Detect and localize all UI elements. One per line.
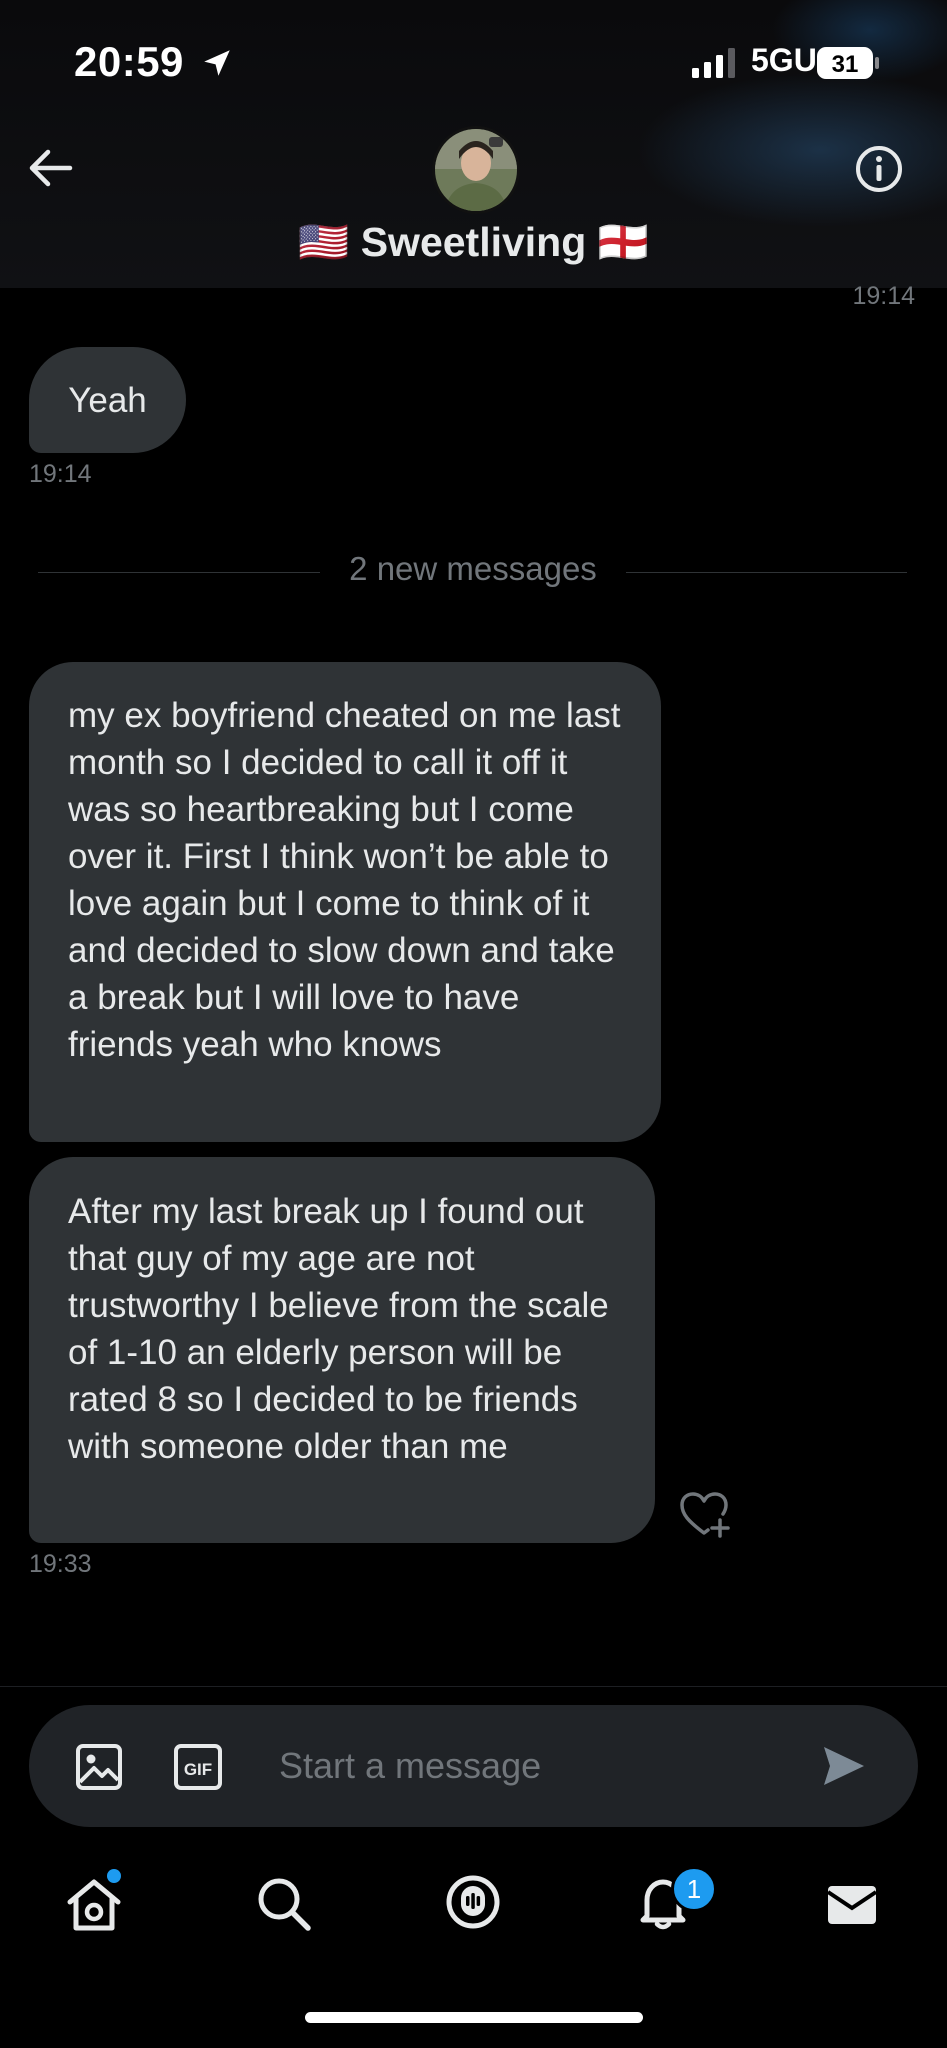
message-text: Yeah bbox=[68, 380, 147, 420]
search-icon[interactable] bbox=[254, 1874, 314, 1934]
message-timestamp: 19:14 bbox=[852, 282, 915, 310]
location-arrow-icon bbox=[204, 50, 230, 76]
profile-photo bbox=[435, 129, 517, 211]
message-bubble[interactable]: Yeah bbox=[29, 347, 186, 453]
info-icon[interactable] bbox=[854, 144, 904, 194]
home-unread-dot bbox=[107, 1869, 121, 1883]
divider-line bbox=[0, 1686, 947, 1687]
message-timestamp: 19:14 bbox=[29, 460, 92, 488]
message-bubble[interactable]: my ex boyfriend cheated on me last month… bbox=[29, 662, 661, 1142]
gif-icon[interactable]: GIF bbox=[173, 1743, 223, 1791]
heart-add-reaction-icon[interactable] bbox=[678, 1490, 730, 1538]
home-icon[interactable] bbox=[64, 1874, 124, 1934]
battery-icon: 31 bbox=[817, 47, 879, 79]
message-bubble[interactable]: After my last break up I found out that … bbox=[29, 1157, 655, 1543]
status-time: 20:59 bbox=[74, 38, 184, 85]
battery-level: 31 bbox=[832, 51, 859, 78]
home-indicator bbox=[305, 2012, 643, 2023]
back-arrow-icon[interactable] bbox=[26, 146, 74, 190]
image-icon[interactable] bbox=[74, 1742, 124, 1792]
divider-line bbox=[38, 572, 320, 573]
svg-text:GIF: GIF bbox=[184, 1760, 212, 1779]
spaces-icon[interactable] bbox=[443, 1872, 503, 1932]
notifications-badge: 1 bbox=[671, 1866, 717, 1912]
message-input[interactable] bbox=[279, 1735, 779, 1797]
divider-line bbox=[626, 572, 907, 573]
message-text: After my last break up I found out that … bbox=[68, 1192, 609, 1466]
new-messages-divider: 2 new messages bbox=[349, 550, 597, 587]
messages-envelope-icon[interactable] bbox=[822, 1874, 882, 1934]
message-timestamp: 19:33 bbox=[29, 1550, 92, 1578]
message-text: my ex boyfriend cheated on me last month… bbox=[68, 696, 621, 1064]
send-icon[interactable] bbox=[822, 1745, 866, 1787]
contact-name[interactable]: 🇺🇸 Sweetliving 🏴󠁧󠁢󠁥󠁮󠁧󠁿 bbox=[0, 219, 947, 267]
avatar[interactable] bbox=[432, 126, 520, 214]
cellular-signal-icon bbox=[692, 48, 735, 78]
